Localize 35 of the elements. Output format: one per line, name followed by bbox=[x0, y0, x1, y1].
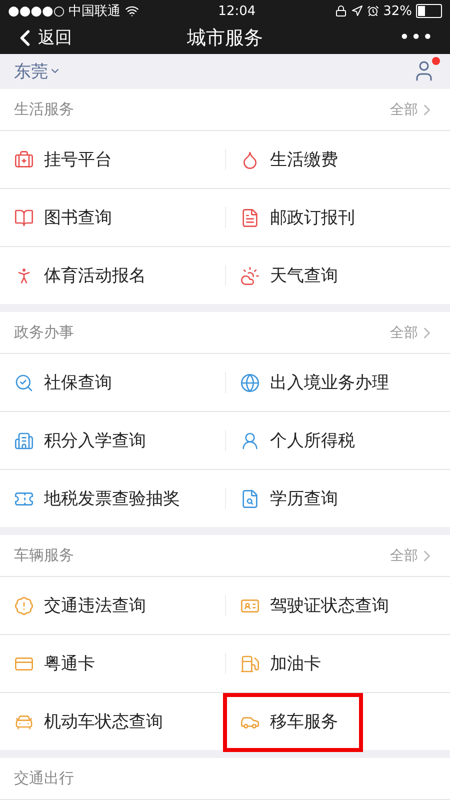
service-item[interactable]: 学历查询 bbox=[240, 487, 338, 510]
service-item[interactable]: 出入境业务办理 bbox=[240, 371, 389, 394]
service-item[interactable]: 个人所得税 bbox=[240, 429, 355, 452]
more-button[interactable]: ••• bbox=[366, 27, 438, 48]
wifi-icon bbox=[124, 4, 139, 18]
section-title: 车辆服务 bbox=[14, 546, 74, 565]
service-item[interactable]: 积分入学查询 bbox=[14, 429, 146, 452]
service-item[interactable]: 邮政订报刊 bbox=[240, 206, 355, 229]
service-item[interactable]: 驾驶证状态查询 bbox=[240, 594, 389, 617]
service-item[interactable]: 生活缴费 bbox=[240, 148, 338, 171]
service-item[interactable]: 社保查询 bbox=[14, 371, 112, 394]
service-item[interactable]: 挂号平台 bbox=[14, 148, 112, 171]
city-selector[interactable]: 东莞 bbox=[14, 60, 61, 83]
clock-time: 12:04 bbox=[218, 4, 256, 19]
lock-icon bbox=[335, 5, 348, 18]
service-item[interactable]: 移车服务 bbox=[240, 710, 338, 733]
service-item[interactable]: 天气查询 bbox=[240, 264, 338, 287]
service-item[interactable]: 地税发票查验抽奖 bbox=[14, 487, 180, 510]
alarm-icon bbox=[367, 5, 380, 18]
signal-strength: ●●●●○ bbox=[8, 4, 65, 19]
page-title: 城市服务 bbox=[186, 26, 264, 51]
service-item[interactable]: 机动车状态查询 bbox=[14, 710, 163, 733]
service-item[interactable]: 粤通卡 bbox=[14, 652, 95, 675]
service-item[interactable]: 加油卡 bbox=[240, 652, 321, 675]
battery-percent: 32% bbox=[383, 4, 412, 19]
section-title: 政务办事 bbox=[14, 323, 74, 342]
location-arrow-icon bbox=[351, 5, 364, 18]
section-title: 生活服务 bbox=[14, 100, 74, 119]
back-button[interactable]: 返回 bbox=[12, 24, 84, 51]
battery-icon bbox=[416, 4, 442, 18]
section-title: 交通出行 bbox=[14, 769, 74, 788]
service-item[interactable]: 图书查询 bbox=[14, 206, 112, 229]
service-item[interactable]: 交通违法查询 bbox=[14, 594, 146, 617]
service-item[interactable]: 体育活动报名 bbox=[14, 264, 146, 287]
carrier-name: 中国联通 bbox=[68, 3, 121, 20]
